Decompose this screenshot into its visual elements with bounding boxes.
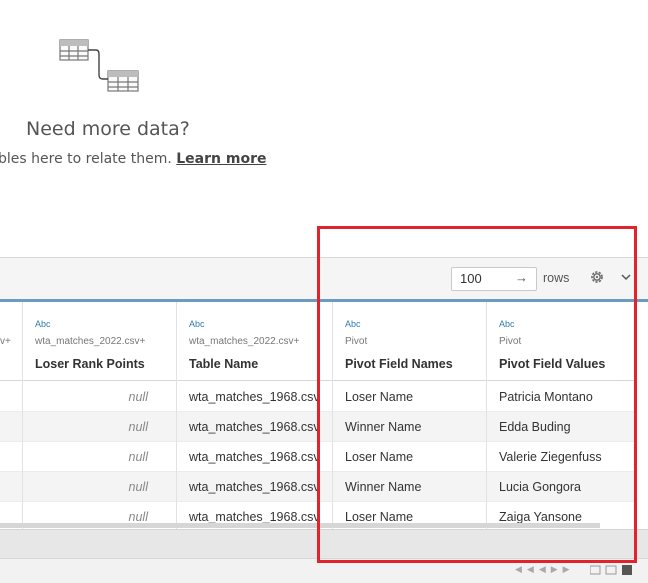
- grid-column-loser-rank-points[interactable]: Abc wta_matches_2022.csv+ Loser Rank Poi…: [23, 302, 177, 532]
- column-name: Pivot Field Names: [345, 357, 453, 371]
- string-type-icon[interactable]: Abc: [35, 319, 51, 329]
- rows-count-input[interactable]: 100 →: [451, 267, 537, 291]
- column-name: Loser Rank Points: [35, 357, 145, 371]
- column-source: Pivot: [345, 336, 368, 347]
- relationship-canvas: Need more data? bles here to relate them…: [0, 0, 648, 257]
- view-mode-icons[interactable]: [590, 563, 640, 577]
- scrollbar-thumb[interactable]: [0, 523, 600, 528]
- sheet-navigation-icons[interactable]: ◀◀◀▶▶: [515, 564, 575, 575]
- column-header[interactable]: v+: [0, 302, 22, 381]
- table-cell: wta_matches_1968.csv: [177, 442, 332, 472]
- column-header[interactable]: Abc wta_matches_2022.csv+ Loser Rank Poi…: [23, 302, 176, 381]
- table-cell: null: [23, 412, 176, 442]
- table-cell: Loser Name: [333, 442, 486, 472]
- subtitle-text: bles here to relate them.: [0, 151, 172, 167]
- table-cell: null: [23, 472, 176, 502]
- string-type-icon[interactable]: Abc: [345, 319, 361, 329]
- table-cell: null: [23, 382, 176, 412]
- tables-relate-icon: [59, 39, 139, 92]
- table-cell: Valerie Ziegenfuss: [487, 442, 636, 472]
- table-cell: [0, 412, 22, 442]
- need-more-data-subtitle: bles here to relate them. Learn more: [0, 151, 266, 167]
- table-cell: Loser Name: [333, 382, 486, 412]
- arrow-right-icon[interactable]: →: [515, 270, 528, 285]
- column-header[interactable]: Abc Pivot Pivot Field Names: [333, 302, 486, 381]
- table-cell: Edda Buding: [487, 412, 636, 442]
- gear-icon[interactable]: [589, 269, 605, 285]
- table-cell: wta_matches_1968.csv: [177, 412, 332, 442]
- learn-more-link[interactable]: Learn more: [176, 151, 266, 167]
- table-cell: wta_matches_1968.csv: [177, 472, 332, 502]
- grid-column-pivot-field-values[interactable]: Abc Pivot Pivot Field Values Patricia Mo…: [487, 302, 637, 532]
- table-cell: Lucia Gongora: [487, 472, 636, 502]
- column-header[interactable]: Abc wta_matches_2022.csv+ Table Name: [177, 302, 332, 381]
- table-cell: wta_matches_1968.csv: [177, 382, 332, 412]
- column-source: wta_matches_2022.csv+: [35, 336, 146, 347]
- column-header[interactable]: Abc Pivot Pivot Field Values: [487, 302, 636, 381]
- table-cell: null: [23, 442, 176, 472]
- column-name: Pivot Field Values: [499, 357, 606, 371]
- need-more-data-title: Need more data?: [26, 118, 190, 140]
- data-grid-toolbar: 100 → rows: [0, 257, 648, 299]
- column-source: wta_matches_2022.csv+: [189, 336, 300, 347]
- table-cell: Winner Name: [333, 412, 486, 442]
- grid-column-partial[interactable]: v+: [0, 302, 23, 532]
- table-cell: Patricia Montano: [487, 382, 636, 412]
- chevron-down-icon[interactable]: [619, 270, 633, 284]
- grid-column-table-name[interactable]: Abc wta_matches_2022.csv+ Table Name wta…: [177, 302, 333, 532]
- column-source: Pivot: [499, 336, 522, 347]
- column-source: v+: [0, 336, 11, 347]
- string-type-icon[interactable]: Abc: [189, 319, 205, 329]
- table-cell: [0, 382, 22, 412]
- column-name: Table Name: [189, 357, 259, 371]
- table-cell: [0, 442, 22, 472]
- horizontal-scrollbar[interactable]: [0, 522, 648, 529]
- grid-column-pivot-field-names[interactable]: Abc Pivot Pivot Field Names Loser Name W…: [333, 302, 487, 532]
- rows-label: rows: [543, 271, 570, 285]
- table-cell: [0, 472, 22, 502]
- rows-count-value: 100: [460, 271, 482, 286]
- data-grid: v+ Abc wta_matches_2022.csv+ Loser Rank …: [0, 299, 648, 532]
- table-cell: Winner Name: [333, 472, 486, 502]
- string-type-icon[interactable]: Abc: [499, 319, 515, 329]
